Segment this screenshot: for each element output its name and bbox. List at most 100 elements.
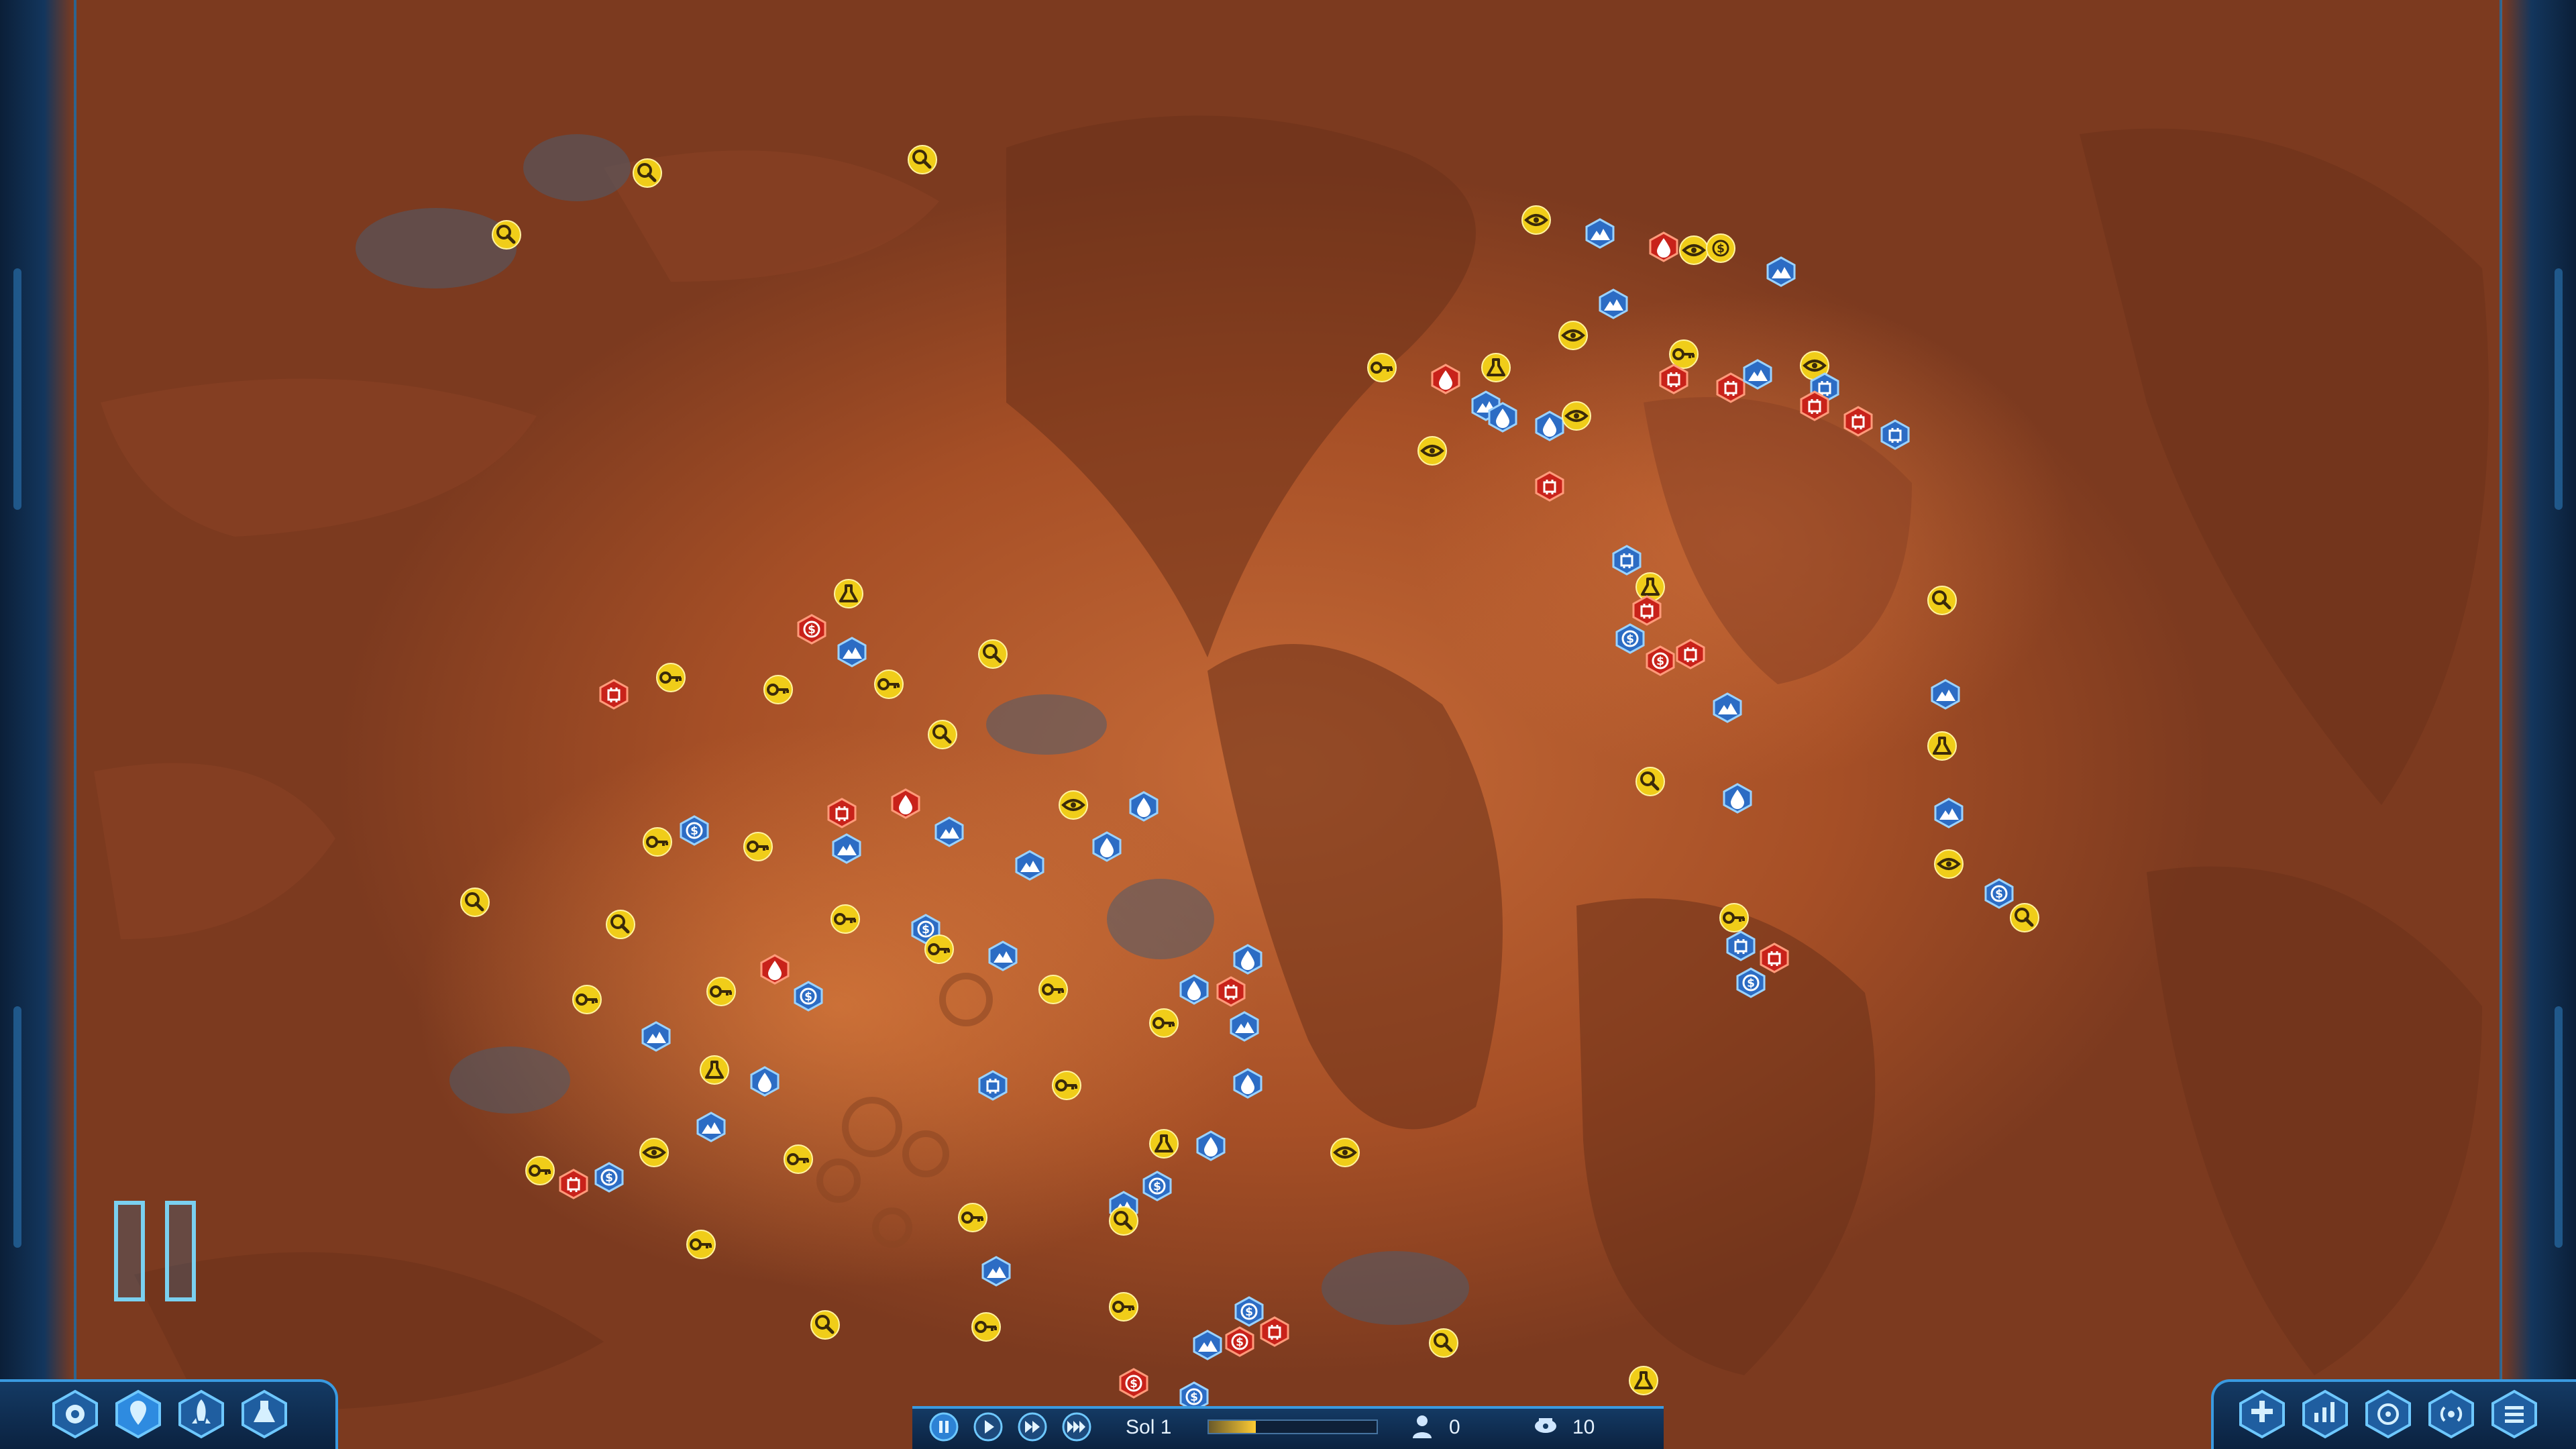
- key-marker[interactable]: [572, 984, 602, 1015]
- water-marker[interactable]: [1722, 783, 1753, 814]
- dollar-marker[interactable]: $: [1615, 623, 1646, 654]
- speed-fastest-button[interactable]: [1061, 1411, 1092, 1442]
- mountain-marker[interactable]: [1585, 218, 1615, 249]
- mountain-marker[interactable]: [1598, 288, 1629, 319]
- flask-marker[interactable]: [833, 578, 864, 609]
- dollar-marker[interactable]: $: [1705, 233, 1736, 264]
- water-marker[interactable]: [1091, 831, 1122, 862]
- chip-marker[interactable]: [598, 679, 629, 710]
- eye-marker[interactable]: [1521, 205, 1552, 235]
- water-marker[interactable]: [1195, 1130, 1226, 1161]
- flask-marker[interactable]: [1481, 352, 1511, 383]
- key-marker[interactable]: [686, 1229, 716, 1260]
- pause-button[interactable]: [928, 1411, 959, 1442]
- key-marker[interactable]: [763, 674, 794, 705]
- water-marker[interactable]: [1128, 791, 1159, 822]
- mountain-marker[interactable]: [1192, 1330, 1223, 1360]
- search-marker[interactable]: [1635, 766, 1666, 797]
- search-marker[interactable]: [632, 158, 663, 189]
- flask-marker[interactable]: [1148, 1128, 1179, 1159]
- search-marker[interactable]: [977, 639, 1008, 669]
- signal-button[interactable]: [2426, 1389, 2477, 1440]
- research-button[interactable]: [239, 1389, 290, 1440]
- dollar-marker[interactable]: $: [679, 815, 710, 846]
- mountain-marker[interactable]: [1229, 1011, 1260, 1042]
- search-marker[interactable]: [1108, 1205, 1139, 1236]
- search-marker[interactable]: [2009, 902, 2040, 933]
- water-marker[interactable]: [1232, 944, 1263, 975]
- chip-marker[interactable]: [1675, 639, 1706, 669]
- dollar-marker[interactable]: $: [594, 1162, 625, 1193]
- map-markers-button[interactable]: [113, 1389, 164, 1440]
- mountain-marker[interactable]: [1014, 850, 1045, 881]
- chip-marker[interactable]: [826, 798, 857, 828]
- eye-marker[interactable]: [1561, 400, 1592, 431]
- eye-marker[interactable]: [639, 1137, 669, 1168]
- speed-normal-button[interactable]: [973, 1411, 1004, 1442]
- build-menu-button[interactable]: [50, 1389, 101, 1440]
- key-marker[interactable]: [655, 662, 686, 693]
- chip-marker[interactable]: [1631, 595, 1662, 626]
- key-marker[interactable]: [642, 826, 673, 857]
- chip-marker[interactable]: [1843, 406, 1874, 437]
- mountain-marker[interactable]: [837, 637, 867, 667]
- key-marker[interactable]: [706, 976, 737, 1007]
- search-marker[interactable]: [907, 144, 938, 175]
- key-marker[interactable]: [873, 669, 904, 700]
- eye-marker[interactable]: [1933, 849, 1964, 879]
- search-marker[interactable]: [460, 887, 490, 918]
- chip-marker[interactable]: [1799, 390, 1830, 421]
- dollar-marker[interactable]: $: [796, 614, 827, 645]
- search-marker[interactable]: [927, 719, 958, 750]
- key-marker[interactable]: [924, 934, 955, 965]
- water-marker[interactable]: [1487, 402, 1518, 433]
- chip-marker[interactable]: [1216, 976, 1246, 1007]
- mountain-marker[interactable]: [831, 833, 862, 864]
- water-marker[interactable]: [759, 954, 790, 985]
- dollar-marker[interactable]: $: [1645, 645, 1676, 676]
- water-marker[interactable]: [1179, 974, 1210, 1005]
- mountain-marker[interactable]: [1766, 256, 1796, 287]
- key-marker[interactable]: [1038, 974, 1069, 1005]
- mountain-marker[interactable]: [934, 816, 965, 847]
- key-marker[interactable]: [1051, 1070, 1082, 1101]
- search-marker[interactable]: [605, 909, 636, 940]
- water-marker[interactable]: [890, 788, 921, 819]
- eye-marker[interactable]: [1558, 320, 1589, 351]
- dollar-marker[interactable]: $: [1224, 1326, 1255, 1357]
- water-marker[interactable]: [749, 1066, 780, 1097]
- search-marker[interactable]: [1428, 1328, 1459, 1358]
- water-marker[interactable]: [1430, 364, 1461, 394]
- dollar-marker[interactable]: $: [1735, 967, 1766, 998]
- eye-marker[interactable]: [1417, 435, 1448, 466]
- key-marker[interactable]: [1719, 902, 1750, 933]
- chip-marker[interactable]: [1259, 1316, 1290, 1347]
- speed-fast-button[interactable]: [1017, 1411, 1048, 1442]
- key-marker[interactable]: [1108, 1291, 1139, 1322]
- dollar-marker[interactable]: $: [793, 981, 824, 1012]
- chip-marker[interactable]: [1725, 930, 1756, 961]
- key-marker[interactable]: [957, 1202, 988, 1233]
- water-marker[interactable]: [1648, 231, 1679, 262]
- chip-marker[interactable]: [1534, 471, 1565, 502]
- mountain-marker[interactable]: [1933, 798, 1964, 828]
- chip-marker[interactable]: [977, 1070, 1008, 1101]
- mountain-marker[interactable]: [1742, 359, 1773, 390]
- key-marker[interactable]: [743, 831, 773, 862]
- mountain-marker[interactable]: [696, 1112, 727, 1142]
- chip-marker[interactable]: [1658, 364, 1689, 394]
- mars-map[interactable]: $ $ $ $ $ $ $ $ $ $ $ $ $ $ $: [0, 0, 2576, 1449]
- targeting-button[interactable]: [2363, 1389, 2414, 1440]
- key-marker[interactable]: [525, 1155, 555, 1186]
- main-menu-button[interactable]: [2489, 1389, 2540, 1440]
- dollar-marker[interactable]: $: [1142, 1171, 1173, 1201]
- flask-marker[interactable]: [699, 1055, 730, 1085]
- key-marker[interactable]: [783, 1144, 814, 1175]
- flask-marker[interactable]: [1927, 731, 1957, 761]
- mountain-marker[interactable]: [981, 1256, 1012, 1287]
- search-marker[interactable]: [1927, 585, 1957, 616]
- chip-marker[interactable]: [1880, 419, 1911, 450]
- eye-marker[interactable]: [1058, 790, 1089, 820]
- rocket-button[interactable]: [176, 1389, 227, 1440]
- eye-marker[interactable]: [1330, 1137, 1360, 1168]
